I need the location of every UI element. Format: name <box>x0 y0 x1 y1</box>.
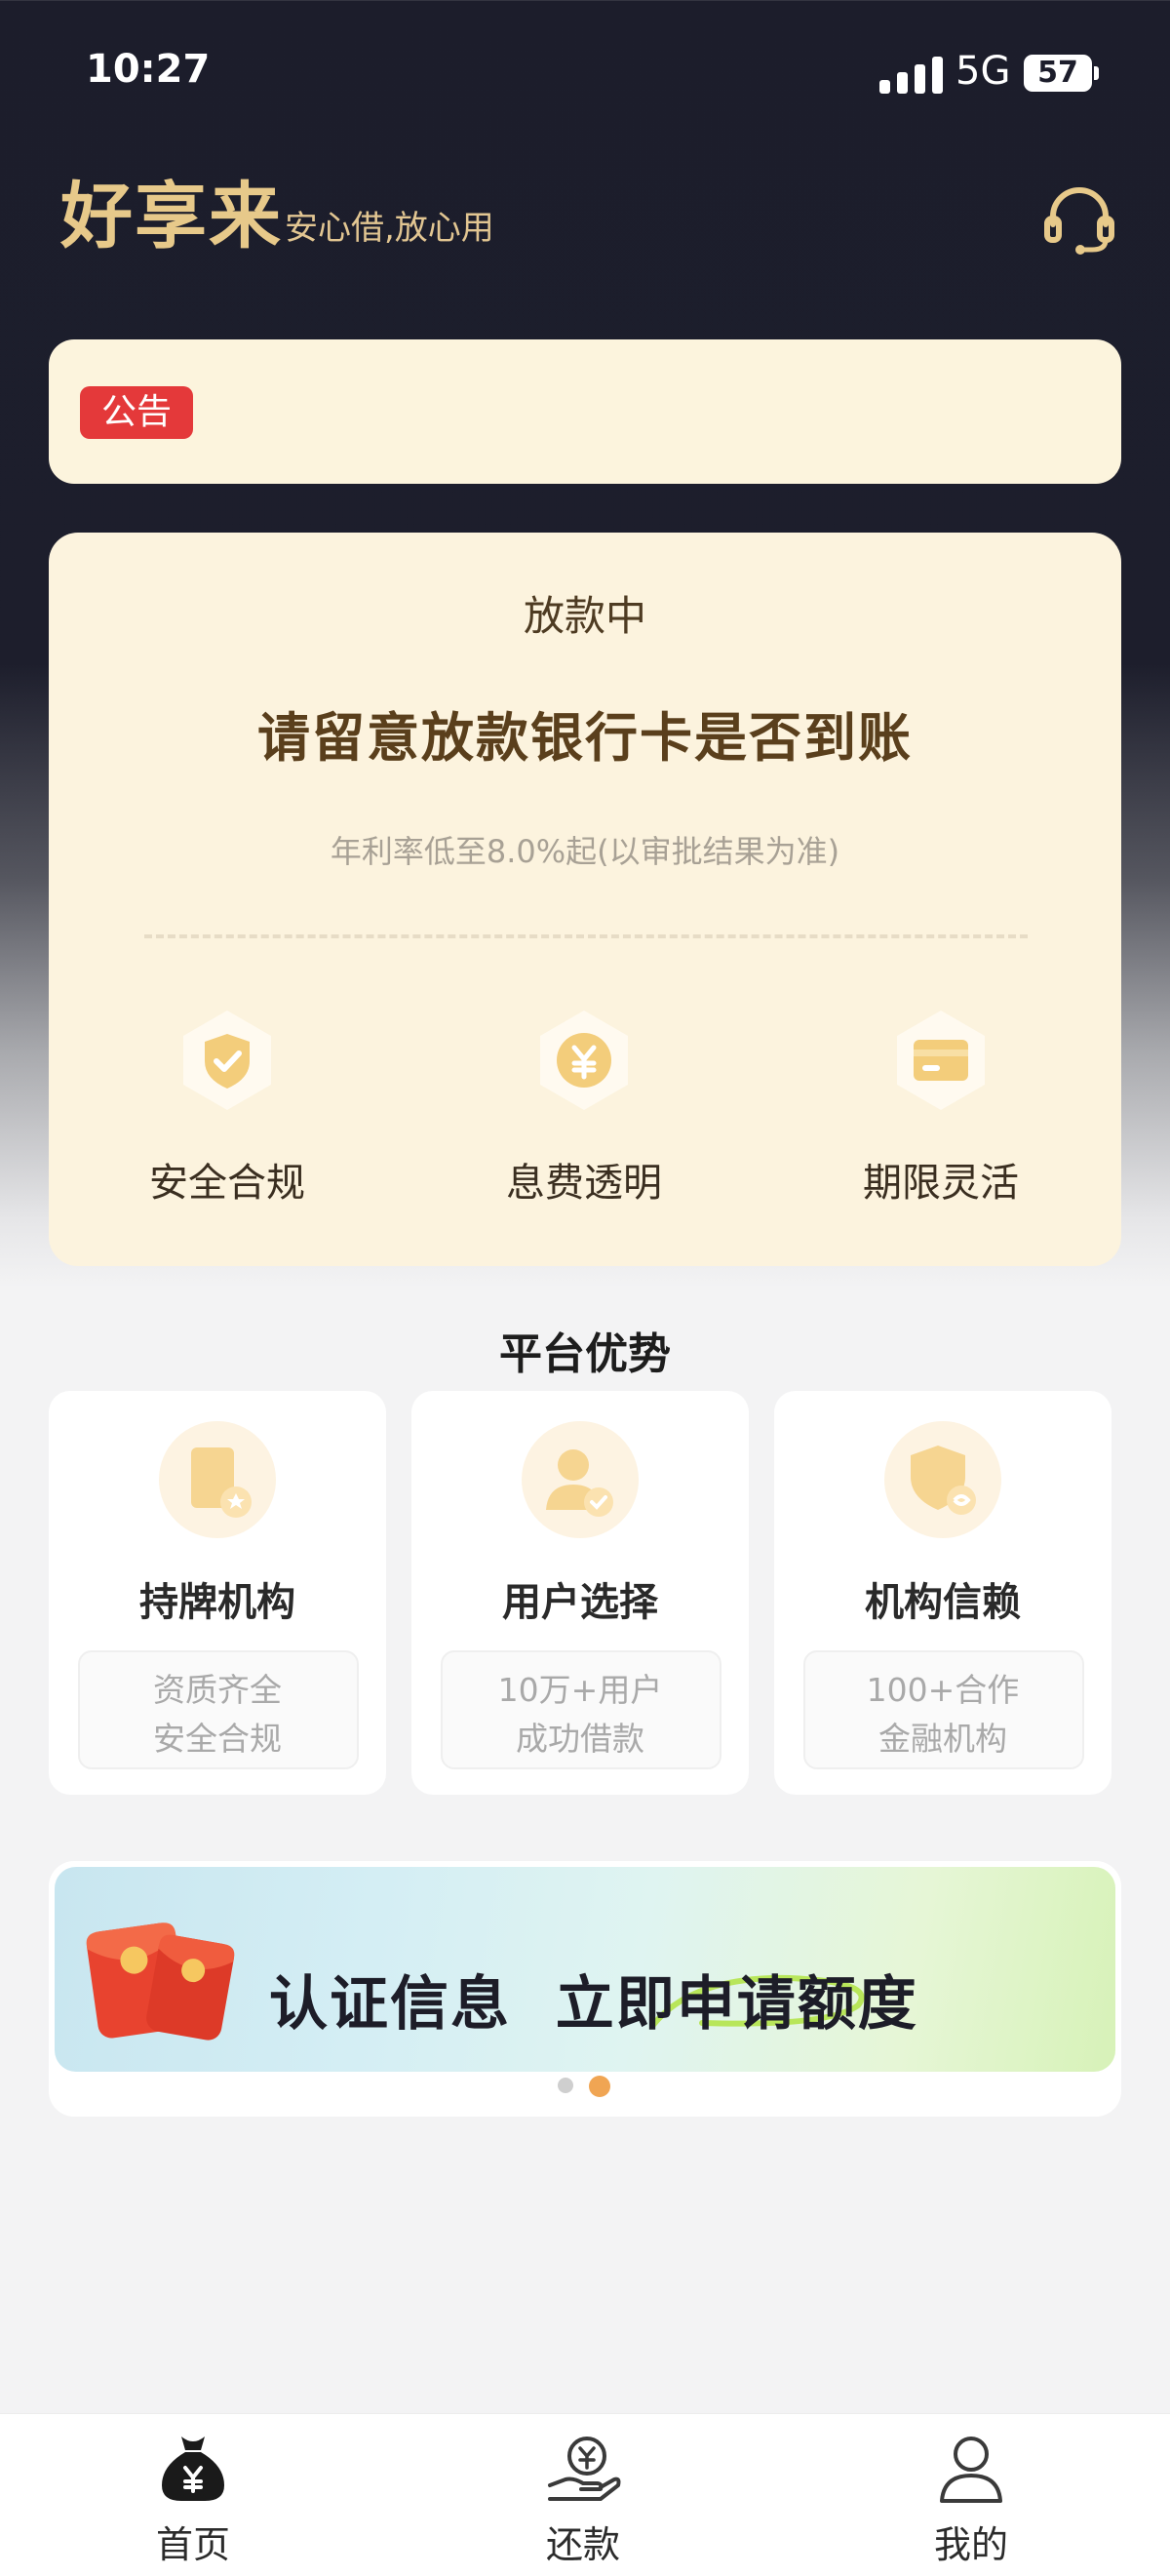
section-title: 平台优势 <box>499 1329 671 1379</box>
headset-icon[interactable] <box>1041 181 1117 258</box>
feature-label: 期限灵活 <box>863 1161 1019 1206</box>
advantage-title: 用户选择 <box>502 1580 658 1625</box>
app-title: 好享来 <box>60 175 283 258</box>
user-check-icon <box>517 1416 644 1543</box>
tab-repay[interactable]: 还款 <box>466 2423 700 2569</box>
status-time: 10:27 <box>86 47 211 92</box>
profile-icon <box>932 2429 1010 2507</box>
advantage-desc: 100+合作 <box>866 1671 1020 1709</box>
carousel-dot-active[interactable] <box>589 2076 610 2097</box>
tab-home[interactable]: 首页 <box>76 2423 310 2569</box>
repay-hand-icon <box>544 2429 622 2507</box>
divider <box>144 934 1028 938</box>
shield-check-icon <box>174 1007 281 1114</box>
feature-label: 安全合规 <box>149 1161 305 1206</box>
advantage-card: 用户选择 10万+用户 成功借款 <box>411 1391 749 1795</box>
advantage-desc: 成功借款 <box>516 1720 644 1758</box>
advantage-desc: 安全合规 <box>153 1720 282 1758</box>
loan-status-label: 放款中 <box>523 592 646 640</box>
carousel-dot[interactable] <box>558 2078 573 2093</box>
loan-message: 请留意放款银行卡是否到账 <box>257 707 913 769</box>
advantage-desc: 资质齐全 <box>153 1671 282 1709</box>
rate-note: 年利率低至8.0%起(以审批结果为准) <box>330 833 840 870</box>
tab-profile[interactable]: 我的 <box>854 2423 1088 2569</box>
feature-label: 息费透明 <box>506 1161 662 1206</box>
trust-shield-icon <box>879 1416 1006 1543</box>
advantage-title: 机构信赖 <box>865 1580 1021 1625</box>
signal-icon <box>879 55 944 94</box>
money-bag-icon <box>154 2429 232 2507</box>
notice-bar[interactable] <box>49 339 1121 484</box>
tab-label: 我的 <box>933 2523 1008 2566</box>
advantage-desc: 金融机构 <box>878 1720 1007 1758</box>
advantage-desc: 10万+用户 <box>497 1671 663 1709</box>
battery-icon: 57 <box>1024 55 1092 92</box>
banner-text[interactable]: 认证信息 立即申请额度 <box>269 1957 918 2041</box>
tab-label: 首页 <box>155 2523 230 2566</box>
advantage-title: 持牌机构 <box>139 1580 295 1625</box>
tab-label: 还款 <box>545 2523 620 2566</box>
network-type: 5G <box>956 49 1011 94</box>
advantage-card: 机构信赖 100+合作 金融机构 <box>774 1391 1112 1795</box>
notice-tag: 公告 <box>80 386 193 439</box>
battery-tip <box>1094 66 1099 80</box>
yuan-coin-icon <box>530 1007 638 1114</box>
card-icon <box>887 1007 994 1114</box>
license-icon <box>154 1416 281 1543</box>
app-slogan: 安心借,放心用 <box>285 209 494 248</box>
advantage-card: 持牌机构 资质齐全 安全合规 <box>49 1391 386 1795</box>
red-envelope-icon <box>74 1900 240 2046</box>
